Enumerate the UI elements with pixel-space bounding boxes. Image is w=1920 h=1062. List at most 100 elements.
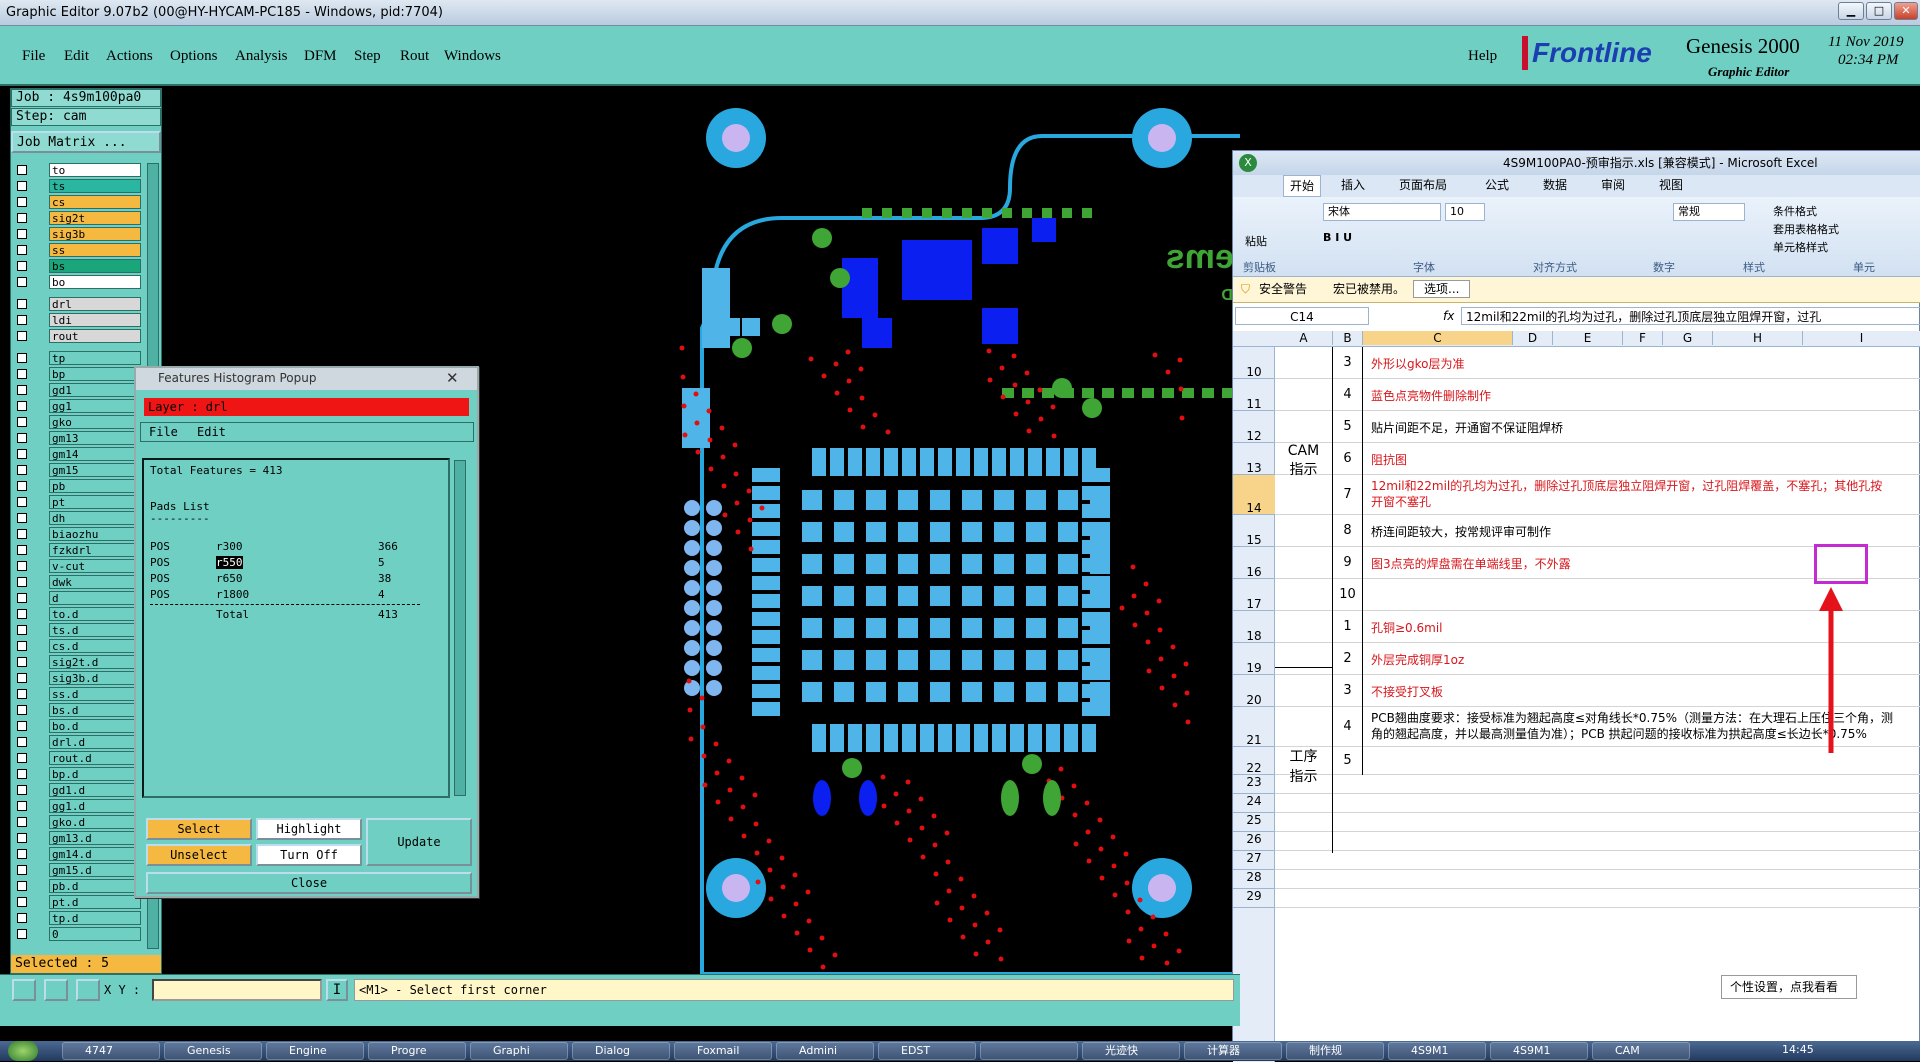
sheet-row[interactable]: 8 桥连间距较大，按常规评审可制作 [1275,515,1920,547]
layer-name[interactable]: ts.d [49,623,141,637]
taskbar-item[interactable]: Engine [266,1042,364,1060]
row-number[interactable]: 19 [1233,643,1275,675]
update-button[interactable]: Update [366,818,472,866]
row-number[interactable]: 28 [1233,870,1275,889]
layer-row-gd1[interactable]: gd1 [15,383,143,397]
layer-name[interactable]: sig3b.d [49,671,141,685]
taskbar-item[interactable]: 制作规 [1286,1042,1384,1060]
hist-row-symbol[interactable]: r650 [216,572,243,585]
layer-row-gd1.d[interactable]: gd1.d [15,783,143,797]
menu-rout[interactable]: Rout [400,48,429,65]
layer-checkbox[interactable] [17,353,27,363]
layer-name[interactable]: gm14.d [49,847,141,861]
layer-name[interactable]: pb [49,479,141,493]
layer-checkbox[interactable] [17,545,27,555]
layer-name[interactable]: gm14 [49,447,141,461]
layer-row-biaozhu[interactable]: biaozhu [15,527,143,541]
layer-checkbox[interactable] [17,785,27,795]
layer-checkbox[interactable] [17,577,27,587]
menu-file[interactable]: File [22,48,45,65]
hist-row-symbol[interactable]: r550 [216,556,243,569]
layer-row-gm14[interactable]: gm14 [15,447,143,461]
zoom-window-icon[interactable] [12,979,36,1001]
ribbon-tab[interactable]: 视图 [1659,175,1683,195]
layer-row-ts.d[interactable]: ts.d [15,623,143,637]
column-header[interactable]: A [1275,331,1333,345]
layer-checkbox[interactable] [17,229,27,239]
layer-checkbox[interactable] [17,513,27,523]
layer-checkbox[interactable] [17,497,27,507]
layer-checkbox[interactable] [17,609,27,619]
layer-name[interactable]: cs [49,195,141,209]
layer-row-rout.d[interactable]: rout.d [15,751,143,765]
layer-checkbox[interactable] [17,465,27,475]
menu-help[interactable]: Help [1468,48,1497,65]
layer-name[interactable]: bs [49,259,141,273]
layer-row-sig3b[interactable]: sig3b [15,227,143,241]
sheet-row[interactable] [1275,851,1920,870]
layer-checkbox[interactable] [17,705,27,715]
layer-checkbox[interactable] [17,769,27,779]
layer-checkbox[interactable] [17,593,27,603]
layer-row-ss[interactable]: ss [15,243,143,257]
column-header[interactable]: H [1713,331,1803,345]
sheet-row[interactable] [1275,870,1920,889]
layer-name[interactable]: 0 [49,927,141,941]
layer-name[interactable]: ss.d [49,687,141,701]
layer-row-gm13[interactable]: gm13 [15,431,143,445]
font-size-select[interactable]: 10 [1445,203,1485,221]
popup-menu-file[interactable]: File [149,423,178,441]
layer-checkbox[interactable] [17,561,27,571]
security-options-button[interactable]: 选项... [1413,280,1471,298]
menu-edit[interactable]: Edit [64,48,89,65]
layer-name[interactable]: bo.d [49,719,141,733]
layer-name[interactable]: dh [49,511,141,525]
cursor-icon[interactable]: I [326,979,348,1001]
row-number[interactable]: 12 [1233,411,1275,443]
layer-row-to[interactable]: to [15,163,143,177]
layer-name[interactable]: bs.d [49,703,141,717]
layer-checkbox[interactable] [17,833,27,843]
layer-checkbox[interactable] [17,641,27,651]
layer-checkbox[interactable] [17,315,27,325]
layer-name[interactable]: v-cut [49,559,141,573]
taskbar-item[interactable]: Foxmail [674,1042,772,1060]
layer-name[interactable]: biaozhu [49,527,141,541]
layer-checkbox[interactable] [17,721,27,731]
sheet-row[interactable]: 7 12mil和22mil的孔均为过孔，删除过孔顶底层独立阻焊开窗，过孔阻焊覆盖，… [1275,475,1920,515]
menu-dfm[interactable]: DFM [304,48,337,65]
row-number[interactable]: 14 [1233,475,1275,515]
row-number[interactable]: 21 [1233,707,1275,747]
ribbon-tab[interactable]: 数据 [1543,175,1567,195]
layer-name[interactable]: sig2t.d [49,655,141,669]
layer-row-bo.d[interactable]: bo.d [15,719,143,733]
row-number[interactable]: 17 [1233,579,1275,611]
layer-name[interactable]: ts [49,179,141,193]
layer-checkbox[interactable] [17,849,27,859]
layer-checkbox[interactable] [17,385,27,395]
layer-row-bo[interactable]: bo [15,275,143,289]
format-as-table-button[interactable]: 套用表格格式 [1773,221,1839,237]
layer-checkbox[interactable] [17,449,27,459]
layer-name[interactable]: gg1.d [49,799,141,813]
sheet-row[interactable]: 4 蓝色点亮物件删除制作 [1275,379,1920,411]
ribbon-tab[interactable]: 插入 [1341,175,1365,195]
layer-name[interactable]: tp [49,351,141,365]
layer-name[interactable]: gm15.d [49,863,141,877]
layer-name[interactable]: gd1.d [49,783,141,797]
layer-checkbox[interactable] [17,331,27,341]
popup-close-icon[interactable]: ✕ [446,368,459,388]
layer-row-gg1.d[interactable]: gg1.d [15,799,143,813]
layer-name[interactable]: gko [49,415,141,429]
number-format-select[interactable]: 常规 [1673,203,1745,221]
layer-row-gg1[interactable]: gg1 [15,399,143,413]
layer-row-pb.d[interactable]: pb.d [15,879,143,893]
layer-row-pt[interactable]: pt [15,495,143,509]
layer-name[interactable]: bp.d [49,767,141,781]
minimize-button[interactable]: ▁ [1838,2,1864,20]
layer-name[interactable]: drl.d [49,735,141,749]
row-number[interactable]: 23 [1233,775,1275,794]
layer-name[interactable]: rout [49,329,141,343]
layer-row-bs[interactable]: bs [15,259,143,273]
sheet-row[interactable] [1275,794,1920,813]
